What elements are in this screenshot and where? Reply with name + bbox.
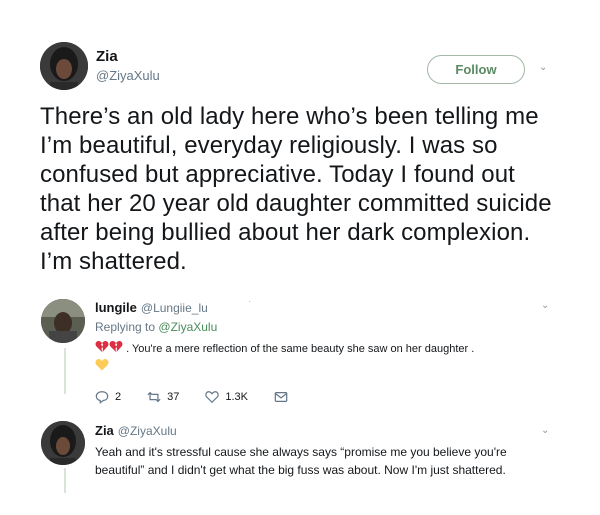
reply-author-handle[interactable]: @Lungiie_lu (141, 301, 208, 315)
chevron-down-icon[interactable]: ⌄ (541, 425, 549, 436)
reply-author-handle[interactable]: @ZiyaXulu (118, 424, 177, 438)
reply-count: 2 (115, 391, 122, 403)
dm-action[interactable] (274, 390, 294, 404)
broken-heart-emoji (95, 340, 109, 358)
thread-connector (64, 468, 66, 493)
replying-to: Replying to @ZiyaXulu (95, 320, 217, 334)
follow-button[interactable]: Follow (427, 55, 525, 84)
broken-heart-emoji (109, 340, 123, 358)
reply-text: Yeah and it's stressful cause she always… (95, 445, 507, 477)
reply-text-body: . You're a mere reflection of the same b… (126, 342, 475, 355)
like-action[interactable]: 1.3K (205, 390, 248, 404)
reply-actions: 2 37 1.3K (95, 390, 320, 404)
envelope-icon (274, 392, 288, 402)
reply-action[interactable]: 2 (95, 390, 121, 404)
author-avatar[interactable] (40, 42, 88, 90)
reply-author-name[interactable]: lungile (95, 300, 137, 315)
reply-header: lungile @Lungiie_lu (95, 300, 208, 315)
heart-icon (205, 391, 220, 404)
reply-icon (95, 391, 109, 404)
author-name[interactable]: Zia (96, 48, 118, 65)
yellow-heart-emoji (95, 358, 109, 376)
thread-connector (64, 348, 66, 394)
reply-avatar[interactable] (41, 299, 85, 343)
replying-mention[interactable]: @ZiyaXulu (158, 320, 217, 334)
reply-header: Zia @ZiyaXulu (95, 423, 177, 438)
reply-text: . You're a mere reflection of the same b… (95, 340, 555, 358)
retweet-count: 37 (167, 391, 180, 403)
chevron-down-icon[interactable]: ⌄ (539, 62, 547, 73)
reply-avatar[interactable] (41, 421, 85, 465)
separator-dot: · (248, 296, 252, 307)
retweet-action[interactable]: 37 (147, 390, 179, 404)
retweet-icon (147, 391, 161, 403)
tweet-text: There’s an old lady here who’s been tell… (40, 103, 552, 275)
chevron-down-icon[interactable]: ⌄ (541, 300, 549, 311)
author-handle[interactable]: @ZiyaXulu (96, 68, 160, 83)
reply-author-name[interactable]: Zia (95, 423, 114, 438)
replying-prefix: Replying to (95, 320, 156, 334)
like-count: 1.3K (225, 391, 249, 403)
